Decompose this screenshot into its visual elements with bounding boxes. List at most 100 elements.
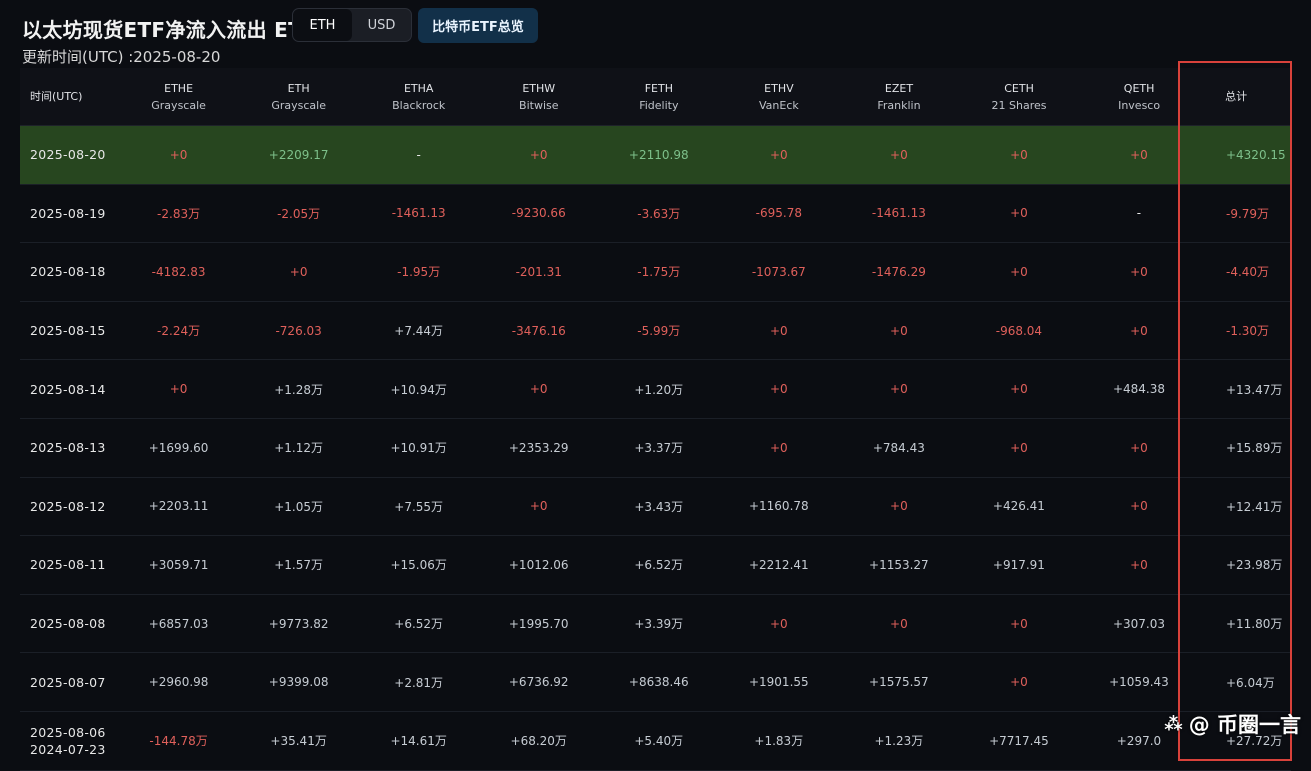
update-time: 更新时间(UTC) :2025-08-20: [22, 48, 221, 66]
flow-value: +10.91万: [390, 441, 447, 456]
flow-value: +0: [890, 499, 908, 514]
header-issuer: Bitwise: [519, 98, 559, 112]
flow-value: +9399.08: [268, 675, 329, 690]
flow-value: -2.83万: [157, 206, 201, 221]
row-total: +15.89万: [1225, 441, 1283, 456]
row-date: 2025-08-07: [30, 674, 106, 690]
table-row: 2025-08-18 -4182.83 +0 -1.95万 -201.31 -1.75万 -…: [20, 243, 1291, 302]
header-issuer: Franklin: [877, 98, 921, 112]
flow-value: +0: [769, 323, 788, 338]
diamond-logo-icon: ⁂: [1164, 713, 1183, 735]
row-date: 2025-08-18: [30, 264, 106, 280]
row-date: 2025-08-08: [30, 616, 106, 632]
flow-value: -5.99万: [637, 324, 681, 339]
row-total: +6.04万: [1225, 675, 1275, 690]
flow-value: +0: [529, 147, 548, 162]
flow-value: +0: [1010, 616, 1028, 631]
table-row: 2025-08-12 +2203.11 +1.05万 +7.55万 +0 +3.43万 +1…: [20, 478, 1291, 537]
toggle-usd[interactable]: USD: [352, 9, 411, 41]
header-col-qeth: QETH Invesco: [1079, 68, 1199, 125]
flow-value: -1461.13: [871, 206, 926, 221]
flow-value: +0: [890, 616, 908, 631]
header-col-ceth: CETH 21 Shares: [959, 68, 1079, 125]
row-total: -9.79万: [1225, 206, 1270, 221]
header-ticker: EZET: [884, 81, 914, 95]
flow-value: -201.31: [515, 264, 562, 279]
header-col-ethv: ETHV VanEck: [719, 68, 839, 125]
flow-value: +6.52万: [634, 558, 684, 573]
flow-value: +3.37万: [634, 441, 684, 456]
flow-value: +6736.92: [508, 675, 569, 690]
flow-value: +10.94万: [390, 382, 447, 397]
row-date: 2025-08-12: [30, 498, 106, 514]
table-row: 2025-08-07 +2960.98 +9399.08 +2.81万 +6736.92…: [20, 653, 1291, 712]
flow-value: -1461.13: [391, 206, 446, 221]
row-date: 2025-08-19: [30, 205, 106, 221]
flow-value: +0: [769, 147, 788, 162]
flow-value: +0: [1130, 264, 1148, 279]
flow-value: +0: [289, 264, 308, 279]
flow-value: +426.41: [992, 499, 1045, 514]
header-col-ethe: ETHE Grayscale: [119, 68, 239, 125]
header-ticker: ETHW: [522, 81, 556, 95]
flow-value: +2960.98: [148, 675, 209, 690]
flow-value: +0: [890, 382, 908, 397]
table-row: 2025-08-15 -2.24万 -726.03 +7.44万 -3476.16 -5.…: [20, 302, 1291, 361]
flow-value: -: [416, 147, 421, 162]
flow-value: -1073.67: [751, 264, 806, 279]
row-total: +4320.15: [1225, 147, 1286, 162]
header-date: 时间(UTC): [30, 90, 83, 103]
flow-value: -4182.83: [151, 264, 206, 279]
header-ticker: ETHA: [403, 81, 434, 95]
row-date: 2025-08-15: [30, 323, 106, 339]
flow-value: +0: [1010, 206, 1028, 221]
currency-toggle[interactable]: ETH USD: [292, 8, 412, 42]
page-title: 以太坊现货ETF净流入流出 ETH: [22, 18, 320, 42]
header-issuer: Grayscale: [151, 98, 206, 112]
flow-value: +1901.55: [748, 675, 809, 690]
flow-value: +2203.11: [148, 499, 209, 514]
flow-value: +7.44万: [394, 324, 444, 339]
flow-value: +917.91: [992, 557, 1045, 572]
table-row: 2025-08-20 +0 +2209.17 - +0 +2110.98 +0 +0 +0 +0 +…: [20, 126, 1291, 185]
flow-value: -: [1136, 206, 1142, 221]
flow-value: -3.63万: [637, 206, 681, 221]
header-ticker: ETHE: [164, 81, 194, 95]
flow-value: +3059.71: [148, 557, 209, 572]
btc-etf-overview-button[interactable]: 比特币ETF总览: [418, 8, 538, 43]
header-ticker: FETH: [644, 81, 673, 95]
header-col-eth: ETH Grayscale: [239, 68, 359, 125]
flow-value: -2.24万: [157, 324, 201, 339]
flow-value: +8638.46: [628, 675, 689, 690]
flow-value: +0: [769, 440, 788, 455]
flow-value: -1476.29: [871, 264, 926, 279]
date-range-start: 2025-08-06: [30, 724, 106, 740]
row-total: +23.98万: [1225, 558, 1283, 573]
table-row: 2025-08-08 +6857.03 +9773.82 +6.52万 +1995.70…: [20, 595, 1291, 654]
flow-value: +1995.70: [508, 616, 569, 631]
flow-value: +3.39万: [634, 617, 684, 632]
row-date-range: 2025-08-06 2024-07-23: [20, 724, 119, 758]
flow-value: +0: [1010, 264, 1028, 279]
flow-value: +15.06万: [390, 558, 447, 573]
header-issuer: Invesco: [1118, 98, 1161, 112]
row-total: +13.47万: [1225, 382, 1283, 397]
row-total: -4.40万: [1225, 265, 1270, 280]
table-row: 2025-08-11 +3059.71 +1.57万 +15.06万 +1012.06 +…: [20, 536, 1291, 595]
toggle-eth[interactable]: ETH: [293, 9, 352, 41]
row-date: 2025-08-13: [30, 440, 106, 456]
row-date: 2025-08-14: [30, 381, 106, 397]
flow-value: -695.78: [755, 206, 802, 221]
flow-value: +0: [890, 323, 908, 338]
flow-value: +1059.43: [1109, 675, 1169, 690]
flow-value: +0: [1130, 557, 1148, 572]
flow-value: +0: [1010, 382, 1028, 397]
flow-value: +6857.03: [148, 616, 209, 631]
flow-value: +1153.27: [869, 557, 929, 572]
header-col-etha: ETHA Blackrock: [359, 68, 479, 125]
row-date: 2025-08-20: [30, 147, 106, 163]
header-col-ezet: EZET Franklin: [839, 68, 959, 125]
flow-value: +0: [169, 147, 188, 162]
flow-value: +1.12万: [274, 441, 324, 456]
flow-value: -1.75万: [637, 265, 681, 280]
